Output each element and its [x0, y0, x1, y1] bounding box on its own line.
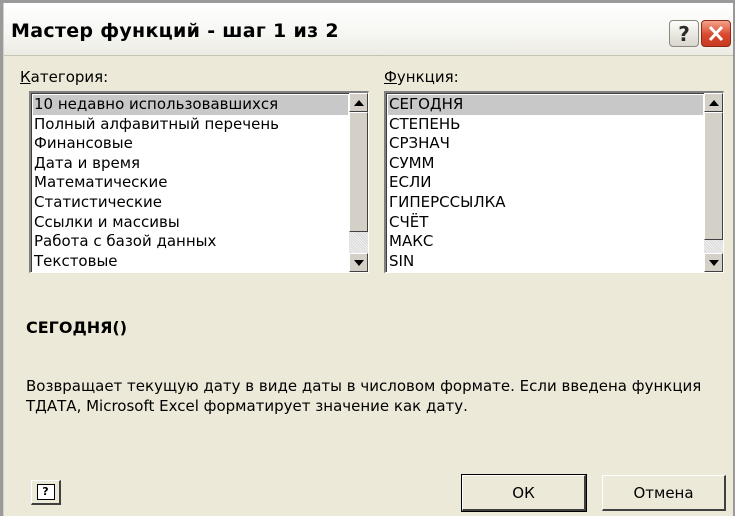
category-list: 10 недавно использовавшихся Полный алфав…: [33, 95, 348, 271]
close-button[interactable]: [701, 20, 731, 47]
category-item[interactable]: Финансовые: [33, 134, 348, 154]
title-bar[interactable]: Мастер функций - шаг 1 из 2 ?: [4, 3, 733, 56]
category-scrollbar[interactable]: [349, 93, 368, 272]
category-item[interactable]: Полный алфавитный перечень: [33, 115, 348, 135]
function-item[interactable]: ЕСЛИ: [388, 173, 703, 193]
function-item[interactable]: СУММ: [388, 154, 703, 174]
function-scroll-up-button[interactable]: [704, 93, 723, 112]
category-item[interactable]: Дата и время: [33, 154, 348, 174]
category-item[interactable]: 10 недавно использовавшихся: [33, 95, 348, 115]
category-label-rest: атегория:: [30, 68, 109, 86]
function-item[interactable]: SIN: [388, 252, 703, 272]
category-label-accel: К: [20, 68, 31, 86]
function-wizard-dialog: Мастер функций - шаг 1 из 2 ? Категория:…: [3, 3, 733, 516]
function-description: Возвращает текущую дату в виде даты в чи…: [26, 377, 702, 415]
category-scroll-down-button[interactable]: [349, 253, 368, 272]
category-scroll-up-button[interactable]: [349, 93, 368, 112]
scroll-down-icon: [708, 259, 719, 266]
function-item[interactable]: СЧЁТ: [388, 213, 703, 233]
function-label-rest: ункция:: [396, 68, 459, 86]
category-item[interactable]: Статистические: [33, 193, 348, 213]
function-syntax: СЕГОДНЯ(): [26, 318, 128, 337]
function-scrollbar[interactable]: [704, 93, 723, 272]
title-help-button[interactable]: ?: [669, 20, 699, 47]
help-book-icon: ?: [36, 484, 55, 500]
function-scroll-down-button[interactable]: [704, 253, 723, 272]
category-item[interactable]: Математические: [33, 173, 348, 193]
function-listbox[interactable]: СЕГОДНЯ СТЕПЕНЬ СРЗНАЧ СУММ ЕСЛИ ГИПЕРСС…: [384, 91, 724, 273]
category-item[interactable]: Ссылки и массивы: [33, 213, 348, 233]
scroll-up-icon: [353, 99, 364, 106]
category-label: Категория:: [20, 68, 108, 86]
category-listbox[interactable]: 10 недавно использовавшихся Полный алфав…: [29, 91, 369, 273]
category-item[interactable]: Работа с базой данных: [33, 232, 348, 252]
function-label-accel: Ф: [384, 68, 397, 86]
cancel-button[interactable]: Отмена: [602, 475, 726, 511]
ok-button[interactable]: ОК: [461, 474, 587, 512]
function-label: Функция:: [384, 68, 459, 86]
category-scroll-thumb[interactable]: [349, 112, 368, 232]
category-item[interactable]: Текстовые: [33, 252, 348, 272]
window-title: Мастер функций - шаг 1 из 2: [11, 20, 339, 42]
function-item[interactable]: ГИПЕРССЫЛКА: [388, 193, 703, 213]
function-item[interactable]: СРЗНАЧ: [388, 134, 703, 154]
help-button[interactable]: ?: [31, 480, 61, 505]
function-item[interactable]: СТЕПЕНЬ: [388, 115, 703, 135]
close-icon: [708, 25, 724, 42]
function-item[interactable]: МАКС: [388, 232, 703, 252]
help-icon: ?: [678, 21, 690, 46]
scroll-down-icon: [353, 259, 364, 266]
function-list: СЕГОДНЯ СТЕПЕНЬ СРЗНАЧ СУММ ЕСЛИ ГИПЕРСС…: [388, 95, 703, 271]
function-scroll-thumb[interactable]: [704, 112, 723, 240]
scroll-up-icon: [708, 99, 719, 106]
function-item[interactable]: СЕГОДНЯ: [388, 95, 703, 115]
